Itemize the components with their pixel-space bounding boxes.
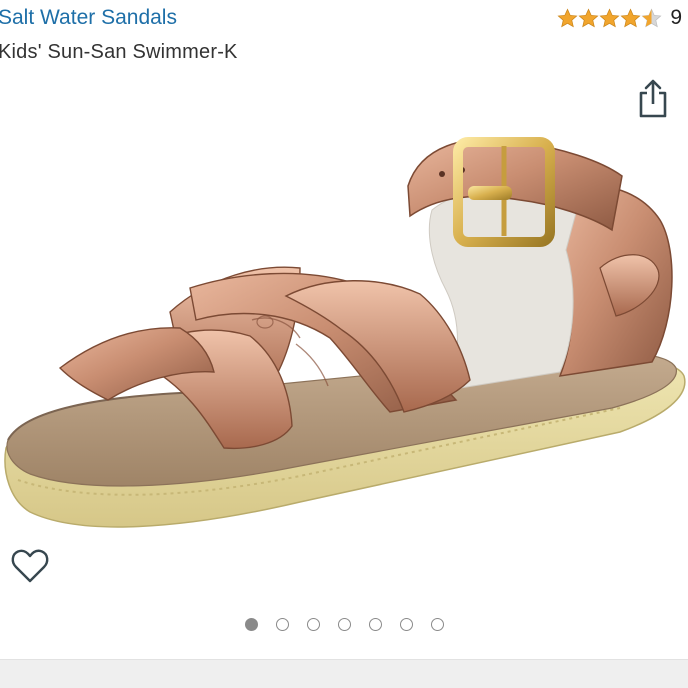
image-carousel-indicator [0, 618, 688, 631]
carousel-dot[interactable] [275, 618, 289, 631]
product-image[interactable] [0, 100, 688, 550]
heart-outline-icon[interactable] [10, 546, 50, 586]
sandal-photo [4, 137, 686, 528]
carousel-dot[interactable] [306, 618, 320, 631]
carousel-dot[interactable] [244, 618, 258, 631]
star-full-icon [557, 7, 578, 27]
brand-link[interactable]: Salt Water Sandals [0, 6, 177, 30]
carousel-dot[interactable] [337, 618, 351, 631]
star-rating [557, 7, 662, 29]
star-full-icon [620, 7, 641, 27]
review-count[interactable]: 9 [670, 6, 682, 30]
product-title: Kids' Sun-San Swimmer-K [0, 41, 238, 63]
carousel-dot[interactable] [368, 618, 382, 631]
carousel-dot[interactable] [430, 618, 444, 631]
bottom-divider-bar [0, 659, 688, 688]
carousel-dot[interactable] [399, 618, 413, 631]
star-half-icon [641, 7, 662, 27]
star-full-icon [599, 7, 620, 27]
rating[interactable]: 9 [557, 6, 682, 30]
star-full-icon [578, 7, 599, 27]
